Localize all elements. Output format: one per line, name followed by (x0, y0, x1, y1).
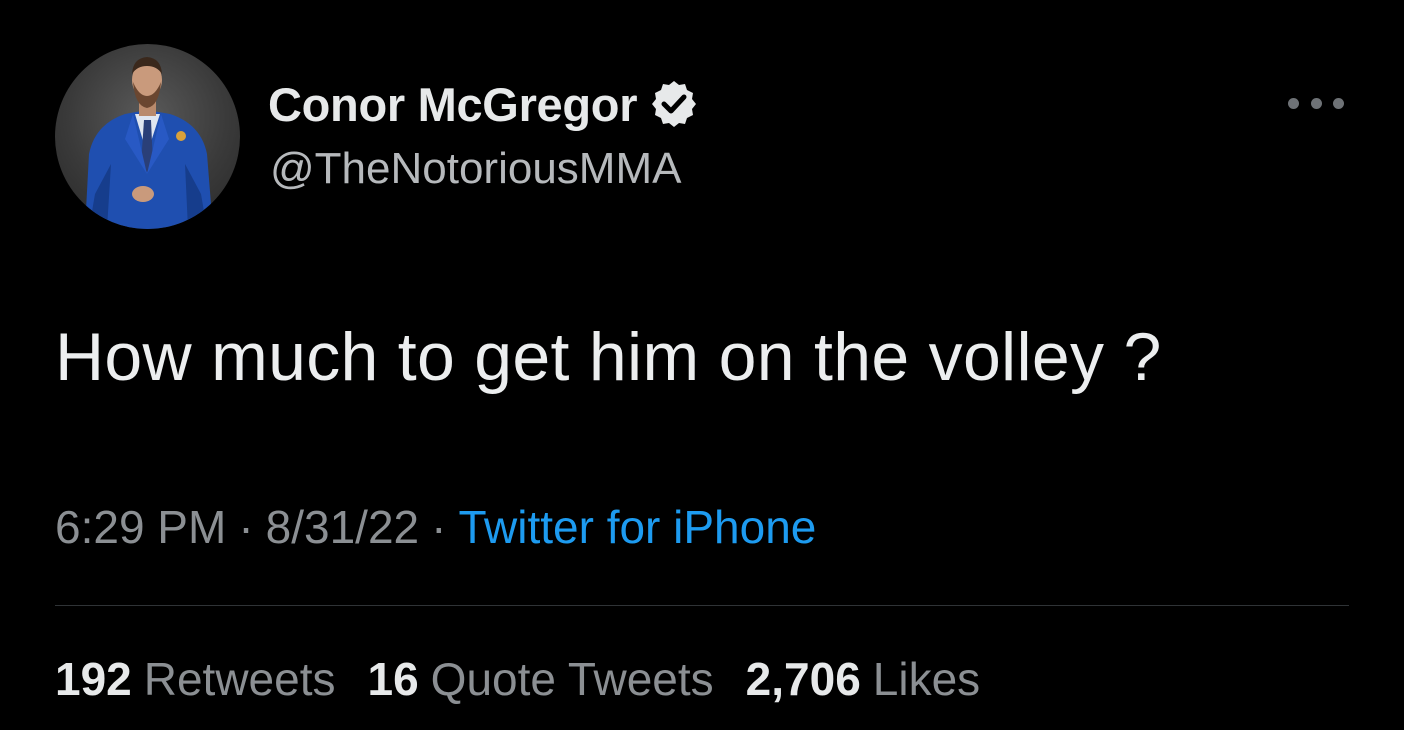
tweet-stats: 192 Retweets 16 Quote Tweets 2,706 Likes (55, 652, 1012, 706)
divider (55, 605, 1349, 606)
meta-separator: · (431, 501, 447, 553)
retweets-count: 192 (55, 653, 132, 705)
retweets-stat[interactable]: 192 Retweets (55, 652, 336, 706)
tweet-date[interactable]: 8/31/22 (266, 500, 419, 554)
more-dot (1333, 97, 1344, 109)
quote-tweets-stat[interactable]: 16 Quote Tweets (368, 652, 714, 706)
likes-label: Likes (872, 653, 981, 705)
author-handle[interactable]: @TheNotoriousMMA (270, 144, 681, 194)
tweet-source-link[interactable]: Twitter for iPhone (458, 500, 816, 554)
avatar[interactable] (55, 44, 240, 229)
more-horizontal-icon[interactable] (1288, 88, 1344, 118)
avatar-image (85, 57, 213, 229)
verified-badge-icon (649, 79, 699, 129)
quote-tweets-count: 16 (367, 653, 419, 705)
more-dot (1310, 97, 1322, 109)
likes-stat[interactable]: 2,706 Likes (746, 652, 981, 706)
more-dot (1288, 97, 1299, 109)
tweet-meta: 6:29 PM · 8/31/22 · Twitter for iPhone (55, 500, 816, 554)
tweet-card: Conor McGregor @TheNotoriousMMA How much… (0, 0, 1404, 730)
meta-separator: · (238, 501, 254, 553)
retweets-label: Retweets (143, 653, 336, 705)
display-name[interactable]: Conor McGregor (268, 77, 638, 132)
tweet-time[interactable]: 6:29 PM (55, 500, 226, 554)
tweet-text: How much to get him on the volley ? (55, 319, 1162, 395)
author-name-row: Conor McGregor (268, 72, 699, 136)
likes-count: 2,706 (745, 653, 861, 705)
quote-tweets-label: Quote Tweets (430, 653, 714, 705)
